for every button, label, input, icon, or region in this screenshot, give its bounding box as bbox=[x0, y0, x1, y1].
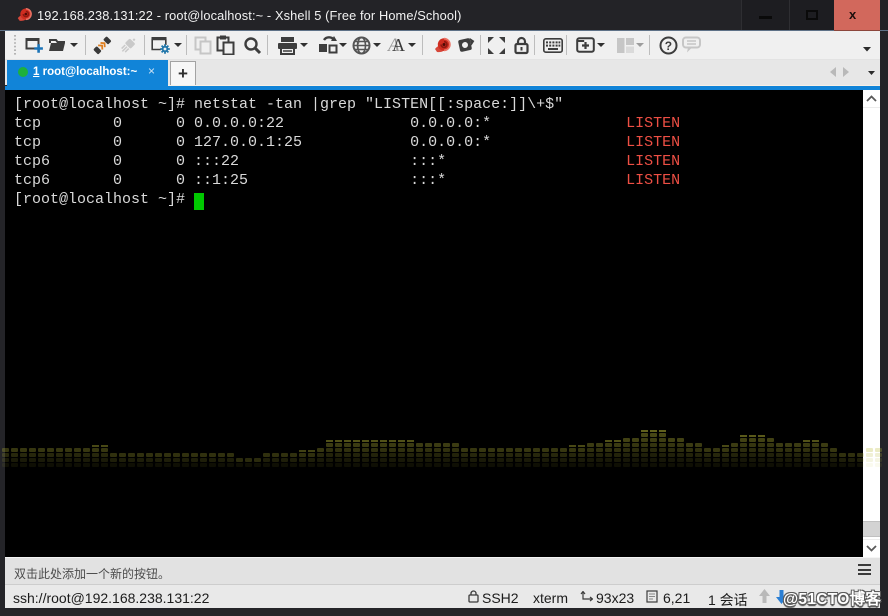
svg-text:A: A bbox=[392, 36, 405, 54]
svg-text:?: ? bbox=[665, 39, 672, 53]
